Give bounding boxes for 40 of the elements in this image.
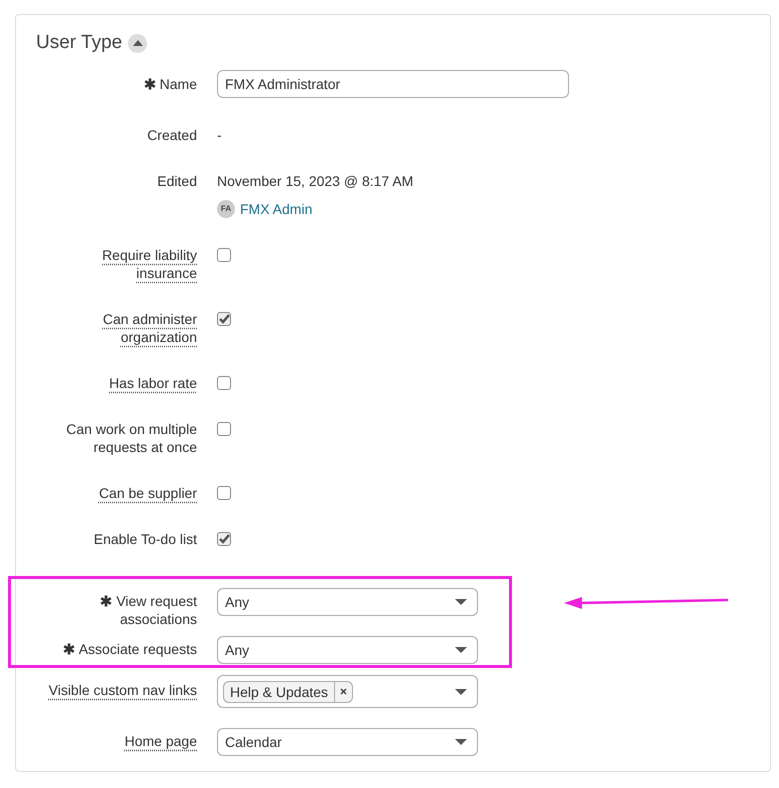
field-value: November 15, 2023 @ 8:17 AM bbox=[217, 172, 414, 190]
field-label: Home page bbox=[124, 732, 197, 750]
caret-up-icon bbox=[132, 40, 143, 46]
selected-tag: Help & Updates bbox=[223, 680, 354, 702]
field-label: Associate requests bbox=[78, 640, 197, 658]
checkbox[interactable] bbox=[217, 312, 231, 326]
field-label: Has labor rate bbox=[109, 374, 197, 392]
checkbox[interactable] bbox=[217, 532, 231, 546]
checkbox[interactable] bbox=[217, 422, 231, 436]
field-label: Can administer organization bbox=[102, 310, 197, 346]
remove-icon[interactable] bbox=[340, 688, 348, 695]
checkbox[interactable] bbox=[217, 486, 231, 500]
caret-icon bbox=[455, 599, 467, 605]
user-link[interactable]: FMX Admin bbox=[240, 200, 312, 218]
user-avatar: FA bbox=[217, 200, 235, 218]
caret-icon bbox=[455, 739, 467, 745]
field-label: View request associations bbox=[116, 592, 197, 628]
caret-icon bbox=[455, 688, 467, 694]
field-label: Require liability insurance bbox=[102, 246, 197, 282]
field-label: Enable To-do list bbox=[94, 530, 197, 548]
section-title: User Type bbox=[36, 31, 122, 55]
field-value: - bbox=[217, 126, 222, 144]
field-label: Can be supplier bbox=[98, 484, 197, 502]
required-asterisk-icon bbox=[144, 78, 156, 90]
field-label: Name bbox=[160, 75, 197, 93]
select-dropdown[interactable]: Calendar bbox=[217, 728, 478, 756]
select-dropdown[interactable]: Any bbox=[217, 588, 478, 616]
field-label: Can work on multiple requests at once bbox=[66, 420, 197, 456]
field-label: Edited bbox=[157, 172, 197, 190]
caret-icon bbox=[455, 647, 467, 653]
collapse-button[interactable] bbox=[128, 34, 148, 52]
select-dropdown[interactable]: Any bbox=[217, 636, 478, 664]
required-asterisk-icon bbox=[62, 643, 75, 655]
checkbox[interactable] bbox=[217, 376, 231, 390]
field-label: Created bbox=[147, 126, 197, 144]
name-input[interactable]: FMX Administrator bbox=[217, 70, 569, 98]
required-asterisk-icon bbox=[100, 595, 112, 607]
checkbox[interactable] bbox=[217, 248, 231, 262]
multi-select-field[interactable]: Help & Updates bbox=[217, 675, 478, 708]
field-label: Visible custom nav links bbox=[48, 681, 197, 699]
